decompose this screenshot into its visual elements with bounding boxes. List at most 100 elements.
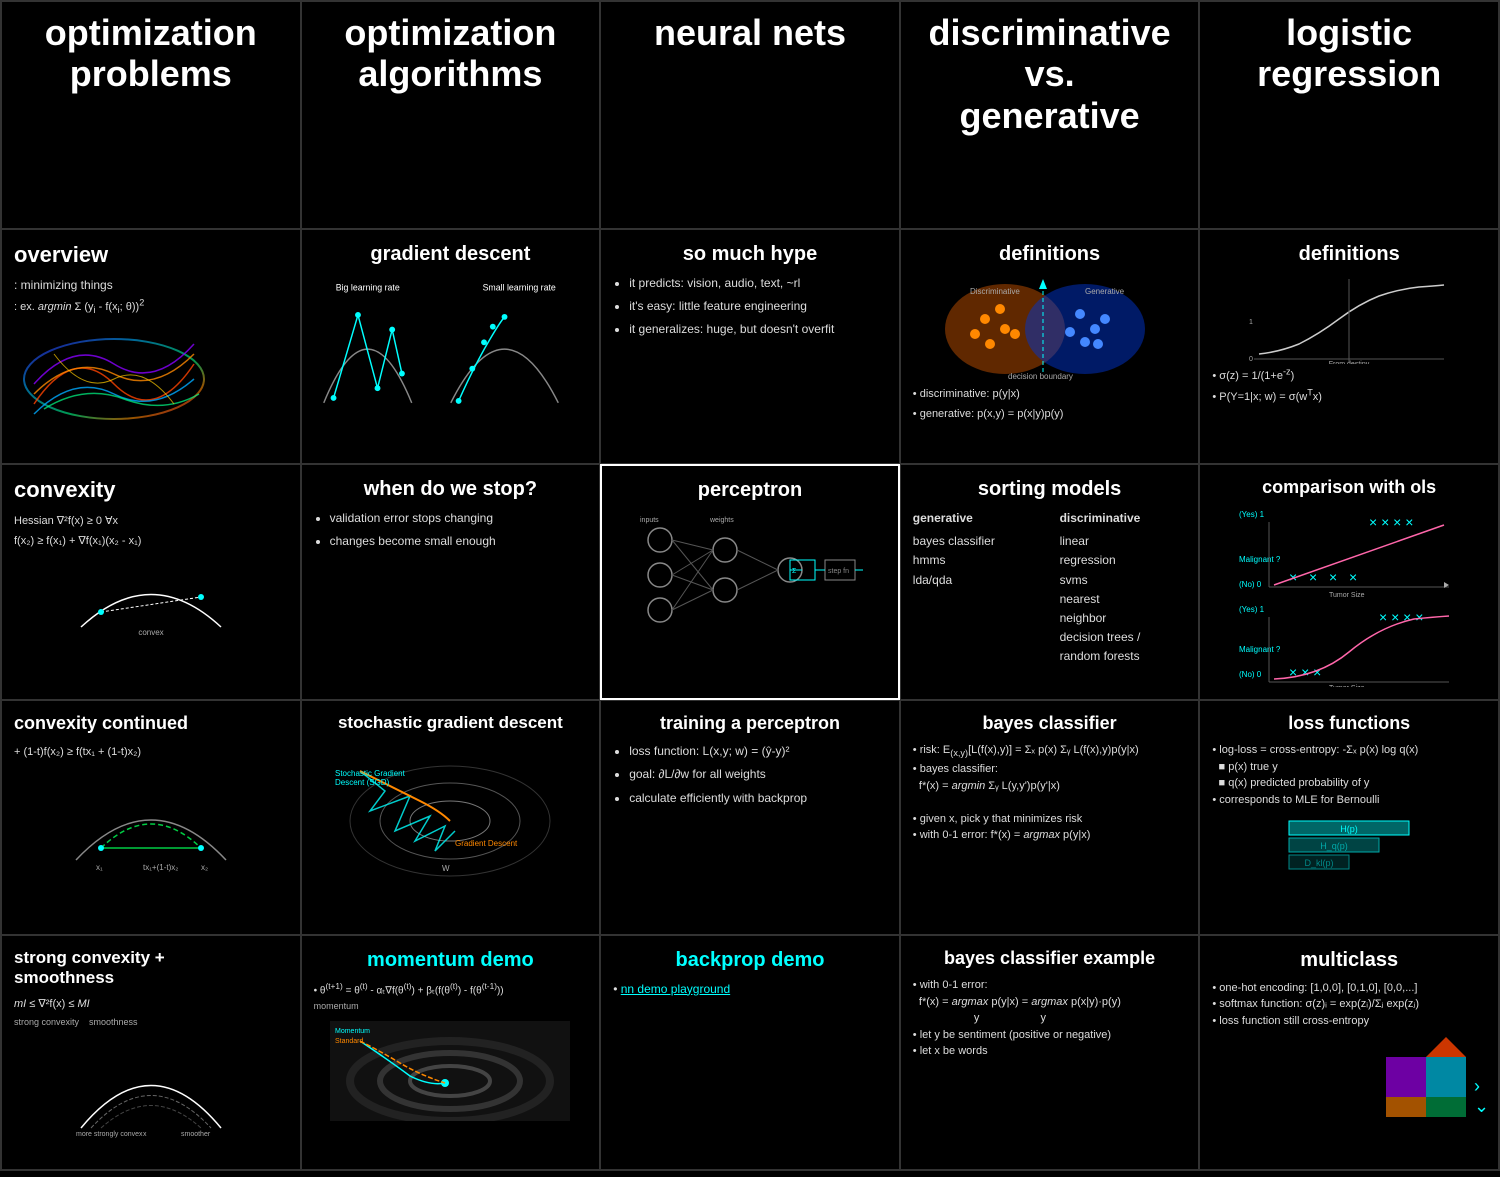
multiclass-title: multiclass [1212,948,1486,972]
svg-text:x₁: x₁ [96,863,103,872]
cell-bayes-example: bayes classifier example • with 0-1 erro… [900,935,1200,1170]
comparison-ols-title: comparison with ols [1212,477,1486,499]
cell-when-stop: when do we stop? validation error stops … [301,464,601,700]
svg-text:H_q(p): H_q(p) [1320,841,1348,851]
svg-text:Stochastic Gradient: Stochastic Gradient [335,769,406,778]
svg-text:x: x [143,1131,147,1138]
svg-text:Σ: Σ [792,568,797,575]
svg-text:D_kl(p): D_kl(p) [1305,858,1334,868]
svg-text:tx₁+(1-t)x₂: tx₁+(1-t)x₂ [143,863,178,872]
bayes-classifier-title: bayes classifier [913,713,1187,735]
disc-gen-diagram: decision boundary Discriminative Generat… [913,274,1187,384]
cell-r1c2: optimizationalgorithms [301,1,601,229]
strong-convexity-content: mI ≤ ∇²f(x) ≤ MI strong convexity smooth… [14,996,288,1144]
svg-text:Discriminative: Discriminative [970,287,1020,296]
svg-text:convex: convex [138,628,163,637]
momentum-diagram: Momentum Standard [314,1021,588,1121]
cell-gradient-descent: gradient descent Big learning rate Small… [301,229,601,464]
sgd-title: stochastic gradient descent [314,713,588,733]
def-logistic-content: • σ(z) = 1/(1+e-z) • P(Y=1|x; w) = σ(wTx… [1212,364,1486,407]
svg-text:Tumor Size: Tumor Size [1329,685,1365,687]
cell-sorting-models: sorting models generative bayes classifi… [900,464,1200,700]
cell-definitions-disc-gen: definitions [900,229,1200,464]
cell-training-perceptron: training a perceptron loss function: L(x… [600,700,900,935]
svg-text:Big learning rate: Big learning rate [335,282,399,292]
backprop-demo-title: backprop demo [613,948,887,972]
svg-text:decision boundary: decision boundary [1008,372,1073,381]
svg-text:0: 0 [1249,356,1253,363]
when-stop-title: when do we stop? [314,477,588,501]
sigmoid-chart: From destiny 1 0 [1212,274,1486,364]
svg-text:×: × [1329,569,1337,585]
cell-multiclass: multiclass • one-hot encoding: [1,0,0], … [1199,935,1499,1170]
svg-text:›: › [1474,1076,1480,1096]
bayes-classifier-content: • risk: E(x,y)[L(f(x),y)] = Σₓ p(x) Σᵧ L… [913,742,1187,843]
svg-text:(Yes) 1: (Yes) 1 [1239,510,1265,519]
nn-playground-link[interactable]: nn demo playground [621,982,730,996]
when-stop-content: validation error stops changing changes … [314,509,588,551]
loss-functions-content: • log-loss = cross-entropy: -Σₓ p(x) log… [1212,742,1486,882]
title-log-reg: logistic regression [1212,12,1486,95]
momentum-demo-content: • θ(t+1) = θ(t) - αₜ∇f(θ(t)) + βₜ(f(θ(t)… [314,980,588,1015]
svg-text:×: × [1349,569,1357,585]
overview-title: overview [14,242,288,268]
svg-text:From destiny: From destiny [1329,361,1370,364]
svg-text:(No) 0: (No) 0 [1239,580,1262,589]
training-perceptron-title: training a perceptron [613,713,887,735]
ols-charts: (Yes) 1 Malignant ? (No) 0 × × × × × × ×… [1212,507,1486,687]
gradient-descent-title: gradient descent [314,242,588,266]
svg-text:Small learning rate: Small learning rate [482,282,555,292]
cell-sgd: stochastic gradient descent Stochastic G… [301,700,601,935]
cell-backprop-demo: backprop demo • nn demo playground [600,935,900,1170]
svg-text:Descent (SGD): Descent (SGD) [335,778,390,787]
def-disc-gen-title: definitions [913,242,1187,266]
title-opt-problems: optimizationproblems [14,12,288,95]
title-disc-gen: discriminative vs.generative [913,12,1187,136]
cell-r1c5: logistic regression [1199,1,1499,229]
def-logistic-title: definitions [1212,242,1486,266]
svg-text:Tumor Size: Tumor Size [1329,592,1365,599]
svg-text:× × × ×: × × × × [1369,514,1413,530]
strong-convexity-title: strong convexity +smoothness [14,948,288,989]
svg-text:Gradient Descent: Gradient Descent [455,839,518,848]
convexity-content: Hessian ∇²f(x) ≥ 0 ∀x f(x₂) ≥ f(x₁) + ∇f… [14,511,288,642]
title-opt-algorithms: optimizationalgorithms [314,12,588,95]
cell-comparison-ols: comparison with ols (Yes) 1 Malignant ? … [1199,464,1499,700]
svg-text:weights: weights [709,517,734,524]
bayes-example-title: bayes classifier example [913,948,1187,970]
hype-content: it predicts: vision, audio, text, ~rl it… [613,274,887,340]
svg-text:smoother: smoother [181,1131,211,1138]
perceptron-diagram: Σ step fn inputs weights [614,510,886,640]
cell-momentum-demo: momentum demo • θ(t+1) = θ(t) - αₜ∇f(θ(t… [301,935,601,1170]
multiclass-content: • one-hot encoding: [1,0,0], [0,1,0], [0… [1212,980,1486,1123]
cell-r1c1: optimizationproblems [1,1,301,229]
svg-text:1: 1 [1249,319,1253,326]
svg-text:(No) 0: (No) 0 [1239,670,1262,679]
svg-text:Generative: Generative [1085,287,1125,296]
cell-convexity: convexity Hessian ∇²f(x) ≥ 0 ∀x f(x₂) ≥ … [1,464,301,700]
title-neural-nets: neural nets [613,12,887,53]
cell-r1c4: discriminative vs.generative [900,1,1200,229]
svg-text:(Yes) 1: (Yes) 1 [1239,605,1265,614]
sorting-models-content: generative bayes classifier hmms lda/qda… [913,509,1187,667]
svg-text:Malignant ?: Malignant ? [1239,555,1281,564]
cell-so-much-hype: so much hype it predicts: vision, audio,… [600,229,900,464]
perceptron-title: perceptron [614,478,886,502]
overview-content: : minimizing things : ex. argmin Σ (yi -… [14,276,288,430]
backprop-demo-content: • nn demo playground [613,980,887,999]
cell-bayes-classifier: bayes classifier • risk: E(x,y)[L(f(x),y… [900,700,1200,935]
svg-text:H(p): H(p) [1340,824,1358,834]
convexity-cont-content: + (1-t)f(x₂) ≥ f(tx₁ + (1-t)x₂) x₁ tx₁+(… [14,742,288,886]
svg-text:Malignant ?: Malignant ? [1239,645,1281,654]
svg-text:inputs: inputs [640,517,659,524]
svg-text:Standard: Standard [335,1038,364,1045]
hype-title: so much hype [613,242,887,266]
loss-functions-title: loss functions [1212,713,1486,735]
svg-text:W: W [442,864,450,873]
training-perceptron-content: loss function: L(x,y; w) = (ŷ-y)² goal: … [613,742,887,808]
cell-convexity-cont: convexity continued + (1-t)f(x₂) ≥ f(tx₁… [1,700,301,935]
svg-text:more strongly convex: more strongly convex [76,1131,143,1138]
cell-loss-functions: loss functions • log-loss = cross-entrop… [1199,700,1499,935]
main-grid: optimizationproblems optimizationalgorit… [0,0,1500,1171]
convexity-title: convexity [14,477,288,503]
